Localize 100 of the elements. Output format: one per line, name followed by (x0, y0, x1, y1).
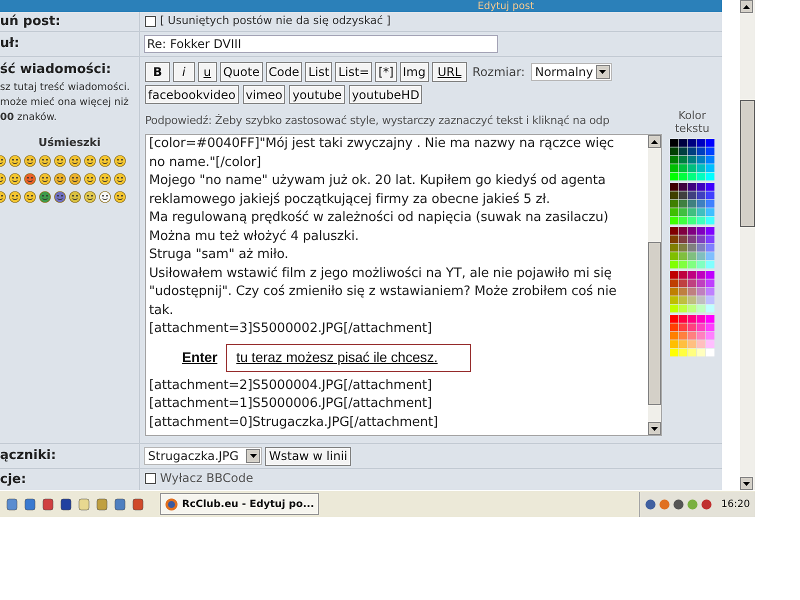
checkbox-label: Wyłacz BBCode (160, 470, 254, 487)
checkbox[interactable] (145, 16, 156, 27)
quick-launch-icon[interactable] (96, 498, 108, 510)
format-button[interactable]: List= (335, 62, 372, 82)
media-button[interactable]: vimeo (242, 85, 286, 104)
quick-launch-icon[interactable] (78, 498, 90, 510)
message-line: tak. (149, 302, 174, 320)
format-button[interactable]: List (305, 62, 332, 82)
attachment-select[interactable]: Strugaczka.JPG (144, 447, 262, 465)
scroll-down-button[interactable] (648, 422, 661, 435)
down-arrow-icon (743, 482, 750, 486)
smiley-icon[interactable] (114, 191, 126, 203)
format-button[interactable]: Img (400, 62, 429, 82)
smiley-icon[interactable] (99, 173, 111, 185)
format-button[interactable]: URL (432, 62, 468, 82)
quick-launch-icon[interactable] (60, 498, 72, 510)
format-button[interactable]: B (145, 62, 170, 82)
message-line: reklamowego jakiejś początkującej firmy za obecne jakieś 5 zł. (149, 190, 551, 208)
field-label: uń post: (0, 12, 60, 31)
message-line: Ma regulowaną prędkość w zależności od napięcia (suwak na zasilaczu) (149, 209, 610, 227)
smiley-icon[interactable] (54, 173, 66, 185)
page-scrollbar[interactable] (740, 0, 755, 490)
quick-launch-icon[interactable] (132, 498, 144, 510)
smiley-icon[interactable] (54, 155, 66, 167)
color-label: Kolor tekstu (674, 109, 710, 135)
message-line: Struga "sam" aż miło. (149, 246, 290, 264)
tray-icon[interactable] (701, 498, 712, 510)
textarea-scrollbar[interactable] (648, 135, 661, 435)
smiley-icon[interactable] (69, 191, 81, 203)
up-arrow-icon (743, 4, 750, 8)
scrollbar-thumb[interactable] (648, 242, 661, 405)
title-input[interactable]: Re: Fokker DVIII (144, 35, 498, 53)
media-button[interactable]: facebookvideo (145, 85, 239, 104)
smiley-icon[interactable] (99, 155, 111, 167)
format-button[interactable]: [*] (375, 62, 397, 82)
help-text: sz tutaj treść wiadomości. może mieć ona więcej niż 00 znaków. (0, 80, 131, 124)
smiley-icon[interactable] (39, 155, 51, 167)
smiley-icon[interactable] (99, 191, 111, 203)
media-button[interactable]: youtube (289, 85, 345, 104)
smiley-icon[interactable] (114, 173, 126, 185)
quick-launch-icon[interactable] (42, 498, 54, 510)
tray-icon[interactable] (673, 498, 684, 510)
up-arrow-icon (651, 140, 658, 144)
smileys-title: Uśmieszki (37, 134, 102, 150)
format-button[interactable]: u (198, 62, 218, 82)
field-label: uł: (0, 35, 20, 54)
format-button[interactable]: Quote (220, 62, 263, 82)
smiley-icon[interactable] (9, 191, 21, 203)
size-label: Rozmiar: (472, 64, 525, 81)
clock: 16:20 (721, 498, 750, 512)
size-select[interactable]: Normalny (530, 63, 612, 81)
smiley-icon[interactable] (69, 155, 81, 167)
message-line: [attachment=1]S5000006.JPG[/attachment] (149, 395, 433, 413)
field-label: ść wiadomości: (0, 61, 112, 79)
message-line: Można mu też włożyć 4 paluszki. (149, 228, 360, 246)
smiley-icon[interactable] (9, 155, 21, 167)
color-palette[interactable] (670, 139, 715, 358)
checkbox[interactable] (145, 472, 156, 484)
field-label: cje: (0, 471, 26, 489)
smiley-icon[interactable] (84, 191, 96, 203)
scroll-up-button[interactable] (648, 135, 661, 148)
scrollbar-thumb[interactable] (740, 100, 755, 227)
message-line: Mojego "no name" używam już ok. 20 lat. Kupiłem go kiedyś od agenta (149, 172, 607, 190)
format-button[interactable]: Code (266, 62, 302, 82)
quick-launch-icon[interactable] (24, 498, 36, 510)
message-line: [color=#0040FF]"Mój jest taki zwyczajny . Nie ma nazwy na rączce więc (149, 135, 615, 153)
smiley-icon[interactable] (54, 191, 66, 203)
message-line: no name."[/color] (149, 154, 262, 172)
smiley-icon[interactable] (24, 191, 36, 203)
smiley-icon[interactable] (114, 155, 126, 167)
smiley-icon[interactable] (24, 155, 36, 167)
media-button[interactable]: youtubeHD (348, 85, 422, 104)
browser-icon (165, 498, 178, 510)
format-button[interactable]: i (173, 62, 194, 82)
scroll-down-button[interactable] (740, 477, 753, 490)
scroll-up-button[interactable] (740, 0, 753, 13)
quick-launch-icon[interactable] (6, 498, 18, 510)
smiley-icon[interactable] (24, 173, 36, 185)
smiley-icon[interactable] (9, 173, 21, 185)
smiley-icon[interactable] (84, 173, 96, 185)
annotation-note: tu teraz możesz pisać ile chcesz. (226, 344, 472, 372)
smiley-icon[interactable] (39, 191, 51, 203)
checkbox-label: [ Usuniętych postów nie da się odzyskać ] (160, 13, 391, 30)
message-textarea[interactable] (145, 134, 662, 436)
smiley-icon[interactable] (69, 173, 81, 185)
taskbar-task[interactable]: RcClub.eu - Edytuj po... (160, 493, 320, 515)
tray-icon[interactable] (645, 498, 656, 510)
smiley-icon[interactable] (84, 155, 96, 167)
smiley-icon[interactable] (39, 173, 51, 185)
insert-inline-button[interactable]: Wstaw w linii (265, 446, 352, 466)
message-line: Usiłowałem wstawić film z jego możliwości na YT, ale nie pojawiło mi się (149, 264, 613, 282)
field-label: ączniki: (0, 447, 56, 466)
down-arrow-icon (651, 426, 658, 430)
hint-text: Podpowiedź: Żeby szybko zastosować style, wystarczy zaznaczyć tekst i kliknąć na odp (145, 113, 610, 129)
annotation-key: Enter (182, 348, 218, 367)
header-title: Edytuj post (478, 1, 534, 12)
message-line: "udostępnij". Czy coś zmieniło się z wstawianiem? Może zrobiłem coś nie (149, 283, 618, 301)
message-line: [attachment=2]S5000004.JPG[/attachment] (149, 376, 433, 394)
quick-launch-icon[interactable] (114, 498, 126, 510)
message-line: [attachment=3]S5000002.JPG[/attachment] (149, 320, 433, 338)
